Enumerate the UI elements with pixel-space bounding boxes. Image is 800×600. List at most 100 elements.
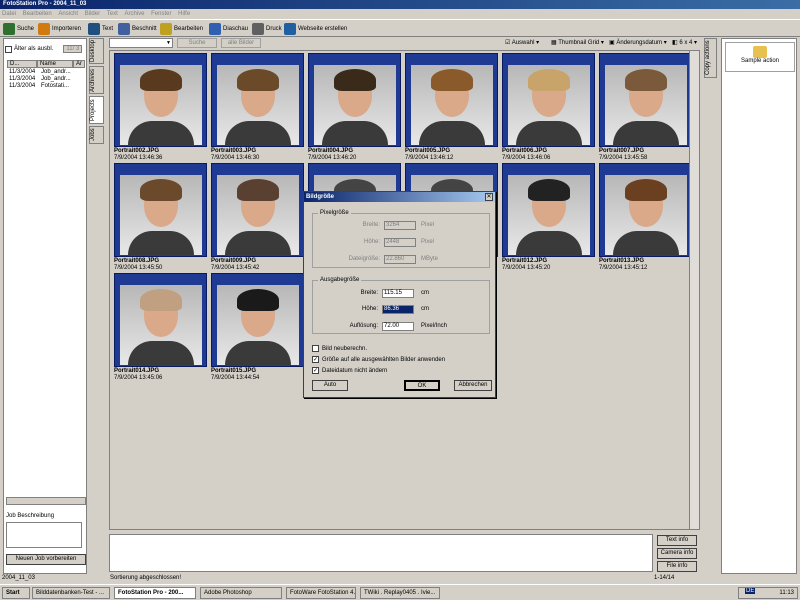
- thumbnail[interactable]: Portrait002.JPG 7/9/2004 13:46:36: [114, 53, 207, 161]
- menu-hilfe[interactable]: Hilfe: [178, 11, 190, 17]
- menu-fenster[interactable]: Fenster: [151, 11, 171, 17]
- resample-option[interactable]: Bild neuberechn.: [312, 345, 367, 352]
- search-button[interactable]: Suche: [177, 38, 217, 48]
- keep-date-option[interactable]: ✓ Dateidatum nicht ändern: [312, 367, 387, 374]
- thumbnail[interactable]: Portrait008.JPG 7/9/2004 13:45:50: [114, 163, 207, 271]
- close-icon[interactable]: ✕: [485, 193, 493, 201]
- output-width-label: Breite:: [360, 290, 378, 296]
- thumbnail-frame[interactable]: [114, 163, 207, 257]
- thumbnail[interactable]: Portrait015.JPG 7/9/2004 13:44:54: [211, 273, 304, 381]
- search-input[interactable]: ▼: [109, 38, 173, 48]
- file-info-button[interactable]: File info: [657, 561, 697, 572]
- tab-jobs[interactable]: Jobs: [89, 126, 104, 144]
- older-checkbox[interactable]: [5, 45, 12, 53]
- auto-button[interactable]: Auto: [312, 380, 348, 391]
- thumbnail-frame[interactable]: [599, 163, 692, 257]
- thumbnail-frame[interactable]: [502, 53, 595, 147]
- view-menu[interactable]: ▦ Thumbnail Grid ▾: [551, 39, 604, 46]
- col-date[interactable]: D...: [7, 60, 37, 68]
- start-button[interactable]: Start: [2, 587, 30, 599]
- sort-menu[interactable]: ▣ Änderungsdatum ▾: [609, 39, 667, 46]
- thumbnail[interactable]: Portrait012.JPG 7/9/2004 13:45:20: [502, 163, 595, 271]
- cancel-button[interactable]: Abbrechen: [454, 380, 492, 391]
- keep-date-checkbox[interactable]: ✓: [312, 367, 319, 374]
- tab-desktop[interactable]: Desktop: [89, 38, 104, 64]
- toolbar-eye-button[interactable]: Suche: [3, 22, 34, 36]
- resolution-field[interactable]: 72.00: [382, 322, 414, 331]
- thumbnail-frame[interactable]: [502, 163, 595, 257]
- task-item-active[interactable]: FotoStation Pro - 200...: [114, 587, 196, 599]
- output-height-field[interactable]: 86.36: [382, 305, 414, 314]
- toolbar-slideshow-button[interactable]: Diaschau: [209, 22, 248, 36]
- task-item[interactable]: TWiki . Replay0405 . Ivie...: [360, 587, 440, 599]
- thumbnail[interactable]: Portrait013.JPG 7/9/2004 13:45:12: [599, 163, 692, 271]
- toolbar-import-button[interactable]: Importeren: [38, 22, 81, 36]
- task-item[interactable]: Adobe Photoshop: [200, 587, 282, 599]
- camera-info-button[interactable]: Camera info: [657, 548, 697, 559]
- portrait-photo: [314, 65, 396, 145]
- pixel-height-unit: Pixel: [421, 239, 435, 245]
- apply-all-checkbox[interactable]: ✓: [312, 356, 319, 363]
- vertical-scrollbar[interactable]: [689, 51, 699, 529]
- toolbar-pen-button[interactable]: Text: [88, 22, 113, 36]
- list-item[interactable]: 11/3/2004 Fotostati...: [9, 83, 79, 90]
- tab-copy-actions[interactable]: Copy actions: [704, 38, 717, 78]
- col-ar[interactable]: Ar: [73, 60, 85, 68]
- ok-button[interactable]: OK: [404, 380, 440, 391]
- toolbar-crop-button[interactable]: Beschnitt: [118, 22, 157, 36]
- thumbnail[interactable]: Portrait007.JPG 7/9/2004 13:45:58: [599, 53, 692, 161]
- thumbnail[interactable]: Portrait006.JPG 7/9/2004 13:46:06: [502, 53, 595, 161]
- thumbnail-frame[interactable]: [114, 53, 207, 147]
- col-name[interactable]: Name: [37, 60, 73, 68]
- thumbnail[interactable]: Portrait003.JPG 7/9/2004 13:46:30: [211, 53, 304, 161]
- horizontal-scrollbar[interactable]: [6, 497, 86, 505]
- text-info-area[interactable]: [109, 534, 653, 572]
- eye-icon: [3, 23, 15, 35]
- output-width-field[interactable]: 115.15: [382, 289, 414, 298]
- menu-ansicht[interactable]: Ansicht: [58, 11, 78, 17]
- older-date-select[interactable]: 11/ 3: [63, 45, 83, 53]
- thumbnail[interactable]: Portrait005.JPG 7/9/2004 13:46:12: [405, 53, 498, 161]
- thumbnail[interactable]: Portrait009.JPG 7/9/2004 13:45:42: [211, 163, 304, 271]
- resample-checkbox[interactable]: [312, 345, 319, 352]
- chevron-down-icon[interactable]: ▼: [166, 40, 171, 46]
- thumbnail-filename: Portrait003.JPG: [211, 148, 257, 154]
- toolbar-edit-button[interactable]: Bearbeiten: [160, 22, 203, 36]
- sample-action-item[interactable]: Sample action: [725, 42, 795, 72]
- tab-projects[interactable]: Projects: [89, 96, 104, 124]
- thumbnail-frame[interactable]: [308, 53, 401, 147]
- new-job-button[interactable]: Neuen Job vorbereiten: [6, 554, 86, 565]
- task-item[interactable]: Bilddatenbanken-Test - ...: [32, 587, 110, 599]
- older-filter[interactable]: Älter als ausbl. 11/ 3: [5, 44, 89, 54]
- menu-archive[interactable]: Archive: [124, 11, 144, 17]
- list-item[interactable]: 11/3/2004 Job_andr...: [9, 76, 79, 83]
- toolbar-printer-button[interactable]: Druck: [252, 22, 282, 36]
- text-info-button[interactable]: Text info: [657, 535, 697, 546]
- menu-bearbeiten[interactable]: Bearbeiten: [23, 11, 52, 17]
- thumbnail[interactable]: Portrait014.JPG 7/9/2004 13:45:06: [114, 273, 207, 381]
- thumbnail-frame[interactable]: [405, 53, 498, 147]
- list-item[interactable]: 11/3/2004 Job_andr...: [9, 69, 79, 76]
- job-description-field[interactable]: [6, 522, 82, 548]
- thumbnail-frame[interactable]: [114, 273, 207, 367]
- task-item[interactable]: FotoWare FotoStation 4....: [286, 587, 356, 599]
- tab-archives[interactable]: Archives: [89, 66, 104, 94]
- thumbnail-frame[interactable]: [599, 53, 692, 147]
- selection-menu[interactable]: ☑ Auswahl ▾: [505, 39, 539, 46]
- portrait-photo: [508, 65, 590, 145]
- apply-all-option[interactable]: ✓ Größe auf alle ausgewählten Bilder anwe…: [312, 356, 445, 363]
- thumbnail-frame[interactable]: [211, 53, 304, 147]
- thumbnail-date: 7/9/2004 13:46:20: [308, 155, 357, 161]
- thumbnail-frame[interactable]: [211, 163, 304, 257]
- thumbnail-filename: Portrait002.JPG: [114, 148, 160, 154]
- all-images-button[interactable]: alle Bilder: [221, 38, 261, 48]
- portrait-photo: [120, 175, 202, 255]
- menu-text[interactable]: Text: [107, 11, 118, 17]
- menu-datei[interactable]: Datei: [2, 11, 16, 17]
- thumbnail[interactable]: Portrait004.JPG 7/9/2004 13:46:20: [308, 53, 401, 161]
- grid-size-menu[interactable]: ◧ 6 x 4 ▾: [672, 39, 697, 46]
- pixel-width-field: 3264: [384, 221, 416, 230]
- thumbnail-frame[interactable]: [211, 273, 304, 367]
- toolbar-globe-button[interactable]: Webseite erstellen: [284, 22, 347, 36]
- menu-bilder[interactable]: Bilder: [85, 11, 100, 17]
